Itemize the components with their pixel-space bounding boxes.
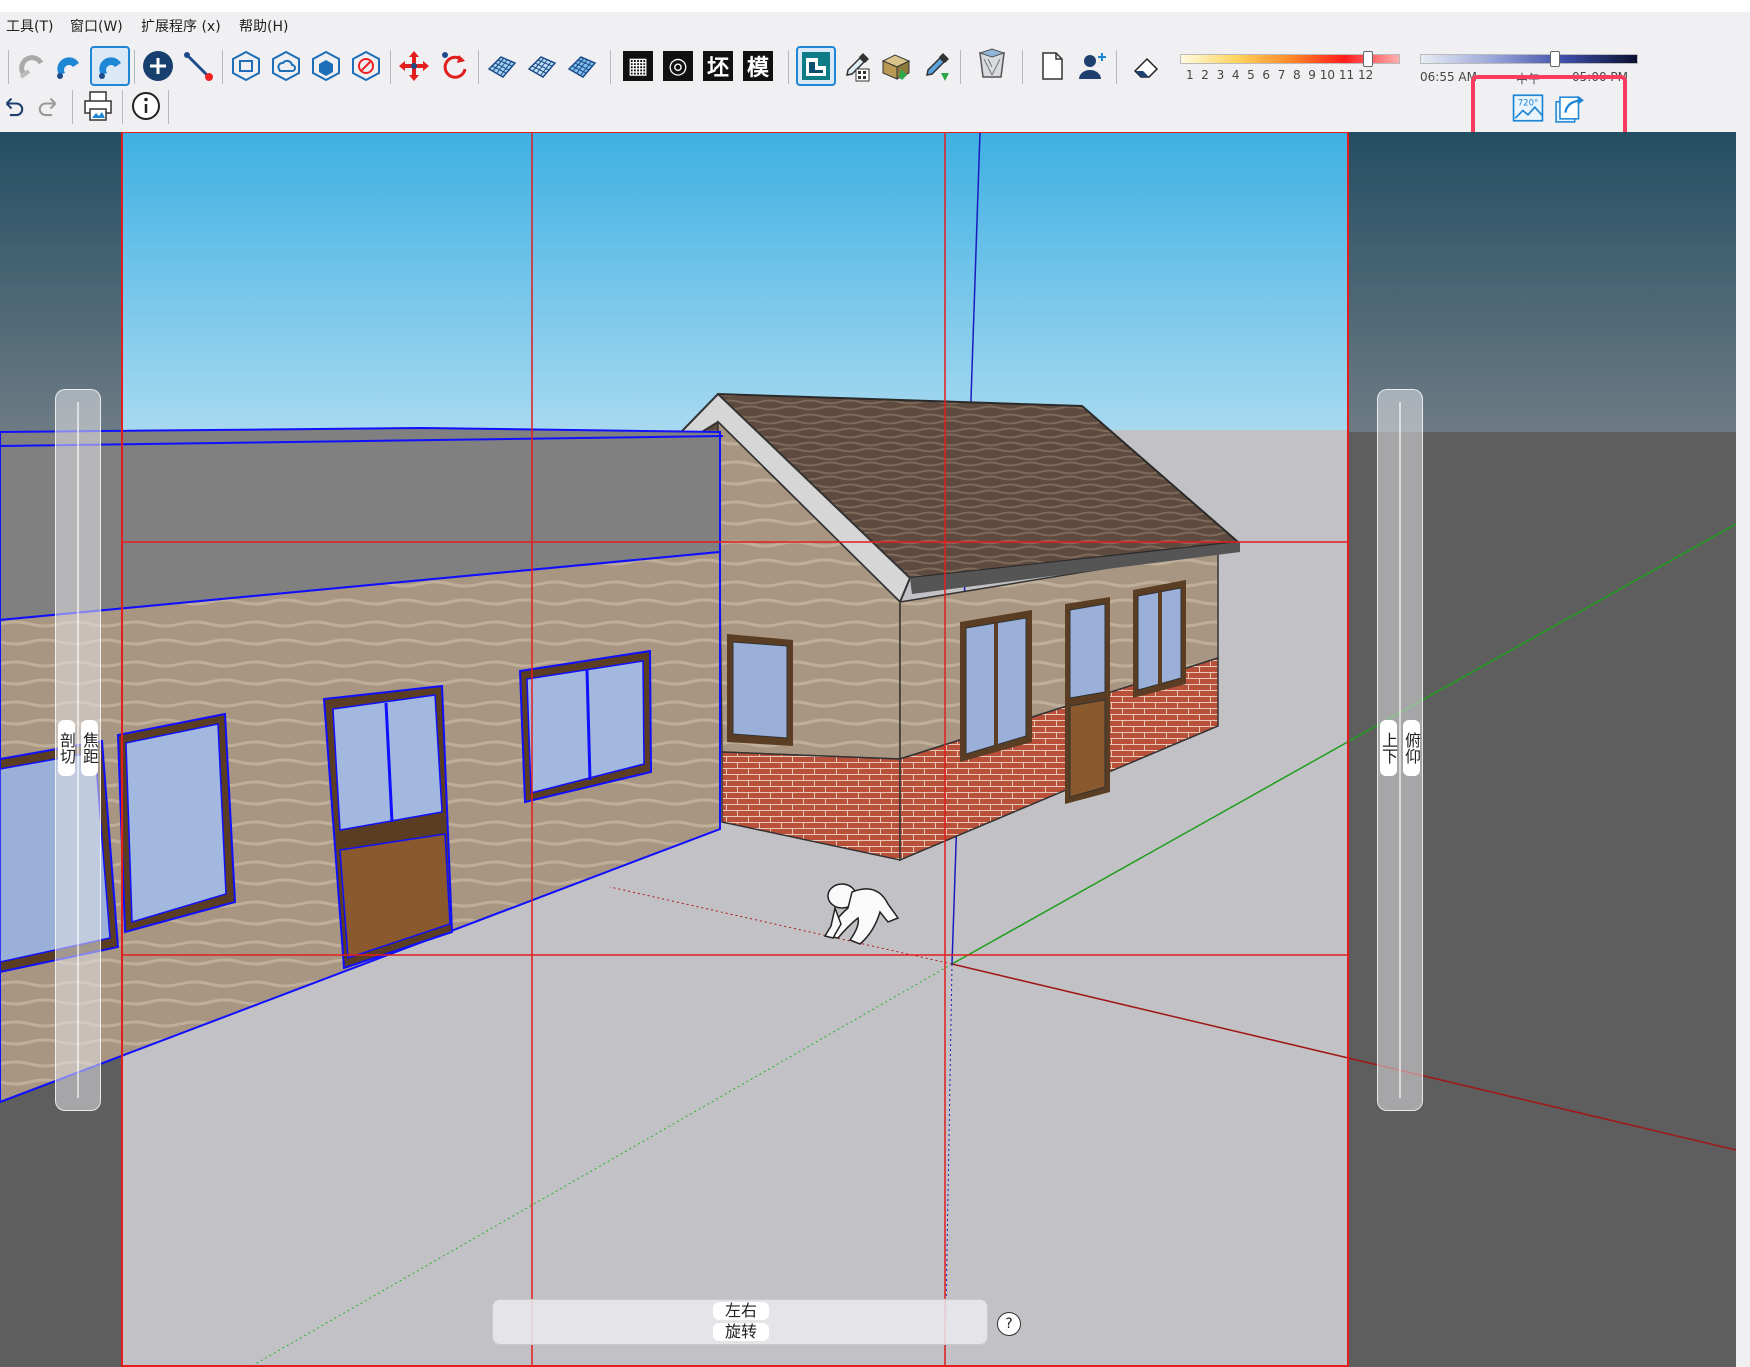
- dropper-icon[interactable]: [918, 48, 954, 84]
- left-right-label[interactable]: 左右: [713, 1302, 769, 1320]
- cloud-box-icon[interactable]: [268, 48, 304, 84]
- mesh-3-icon[interactable]: [564, 48, 600, 84]
- right-panel-scrollbar[interactable]: [1736, 132, 1750, 1367]
- menu-tools[interactable]: 工具(T): [6, 16, 53, 36]
- focal-length-label[interactable]: 焦距: [80, 720, 99, 776]
- menu-extensions[interactable]: 扩展程序 (x): [141, 16, 221, 36]
- move-icon[interactable]: [396, 48, 432, 84]
- month-slider-thumb[interactable]: [1363, 51, 1374, 67]
- grid-table-button[interactable]: ▦: [620, 48, 656, 84]
- title-strip: [0, 0, 1750, 12]
- rotate-icon[interactable]: [436, 48, 472, 84]
- rotate-label[interactable]: 旋转: [713, 1323, 769, 1341]
- texture-icon[interactable]: [878, 48, 914, 84]
- undo-icon[interactable]: [0, 88, 28, 124]
- scene-canvas: [0, 132, 1736, 1367]
- mesh-2-icon[interactable]: [524, 48, 560, 84]
- eraser-magnet-icon[interactable]: [14, 48, 50, 84]
- dropper-paint-icon[interactable]: [838, 48, 874, 84]
- menu-help[interactable]: 帮助(H): [239, 16, 288, 36]
- no-box-icon[interactable]: [348, 48, 384, 84]
- model-button[interactable]: 模: [740, 48, 776, 84]
- redo-icon[interactable]: [34, 88, 62, 124]
- line-tool-icon[interactable]: [180, 48, 216, 84]
- section-cut-label[interactable]: 剖切: [57, 720, 76, 776]
- add-user-icon[interactable]: [1074, 48, 1110, 84]
- time-gradient-bar: [1420, 54, 1638, 64]
- eraser-icon[interactable]: [1128, 48, 1164, 84]
- month-scale: 1 2 3 4 5 6 7 8 9 10 11 12: [1186, 68, 1374, 82]
- right-side-slider[interactable]: 上下 俯仰: [1377, 389, 1423, 1111]
- cube-icon[interactable]: [308, 48, 344, 84]
- rough-model-button[interactable]: 坯: [700, 48, 736, 84]
- print-icon[interactable]: [80, 88, 116, 124]
- magnet-icon[interactable]: [50, 48, 86, 84]
- info-icon[interactable]: [128, 88, 164, 124]
- pitch-label[interactable]: 俯仰: [1402, 720, 1421, 776]
- bucket-icon[interactable]: [974, 46, 1010, 82]
- add-circle-icon[interactable]: [140, 48, 176, 84]
- help-button[interactable]: ?: [997, 1312, 1021, 1336]
- time-start-label: 06:55 AM: [1420, 70, 1477, 84]
- new-page-icon[interactable]: [1034, 48, 1070, 84]
- menu-bar: 工具(T) 窗口(W) 扩展程序 (x) 帮助(H): [0, 12, 1750, 38]
- menu-window[interactable]: 窗口(W): [70, 16, 123, 36]
- up-down-label[interactable]: 上下: [1379, 720, 1398, 776]
- style-builder-icon[interactable]: [796, 46, 836, 86]
- box-outline-icon[interactable]: [228, 48, 264, 84]
- left-side-slider[interactable]: 剖切 焦距: [55, 389, 101, 1111]
- bottom-rotate-slider[interactable]: 左右 旋转: [492, 1299, 988, 1345]
- time-slider-thumb[interactable]: [1549, 51, 1560, 67]
- dots-circle-button[interactable]: ◎: [660, 48, 696, 84]
- model-viewport[interactable]: 剖切 焦距 上下 俯仰: [0, 132, 1736, 1367]
- shadow-month-slider[interactable]: 1 2 3 4 5 6 7 8 9 10 11 12: [1180, 51, 1400, 92]
- magnet-active-icon[interactable]: [90, 46, 130, 86]
- mesh-icon[interactable]: [484, 48, 520, 84]
